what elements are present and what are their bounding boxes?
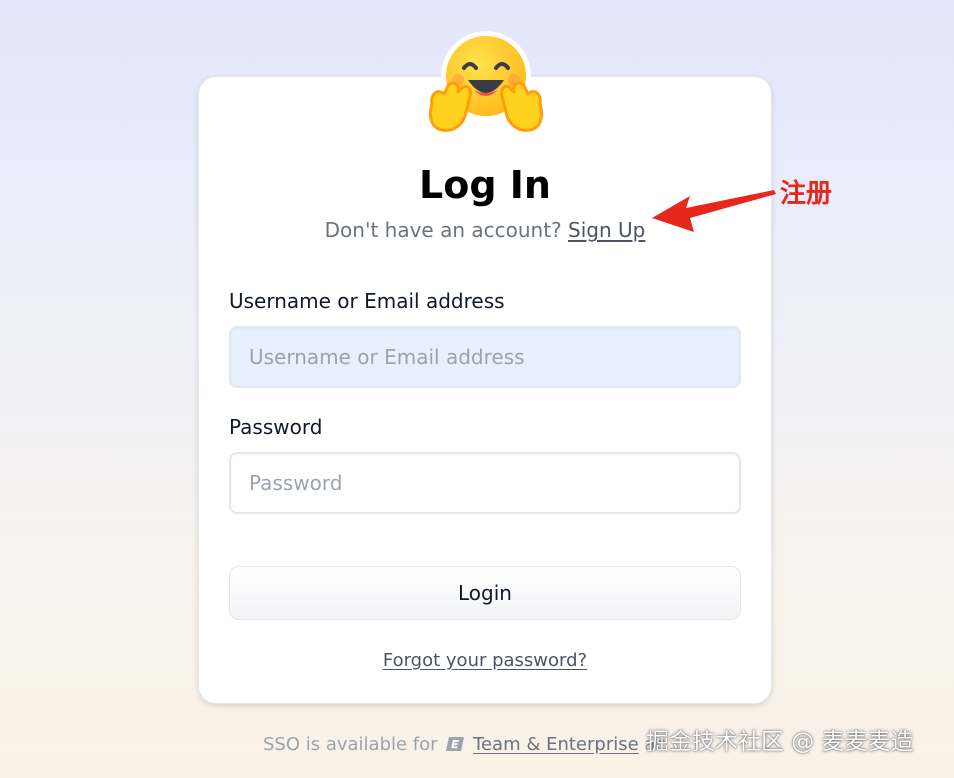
password-input[interactable]: [229, 452, 741, 514]
enterprise-badge-icon: [446, 737, 465, 751]
signup-prompt-text: Don't have an account?: [324, 218, 562, 242]
password-label: Password: [229, 415, 323, 439]
signup-link[interactable]: Sign Up: [568, 218, 645, 242]
forgot-password-link[interactable]: Forgot your password?: [198, 648, 772, 674]
sso-prefix-text: SSO is available for: [263, 734, 438, 755]
username-input[interactable]: [229, 326, 741, 388]
watermark: 掘金技术社区 @ 麦麦麦造: [646, 729, 914, 755]
team-enterprise-link[interactable]: Team & Enterprise: [473, 734, 639, 755]
hugging-face-logo-icon: [428, 31, 544, 132]
annotation-label: 注册: [780, 179, 833, 209]
sso-footer: SSO is available for Team & Enterprise a…: [263, 732, 665, 758]
login-button[interactable]: Login: [229, 566, 741, 620]
username-label: Username or Email address: [229, 289, 505, 313]
annotation-arrow-icon: [652, 190, 776, 232]
